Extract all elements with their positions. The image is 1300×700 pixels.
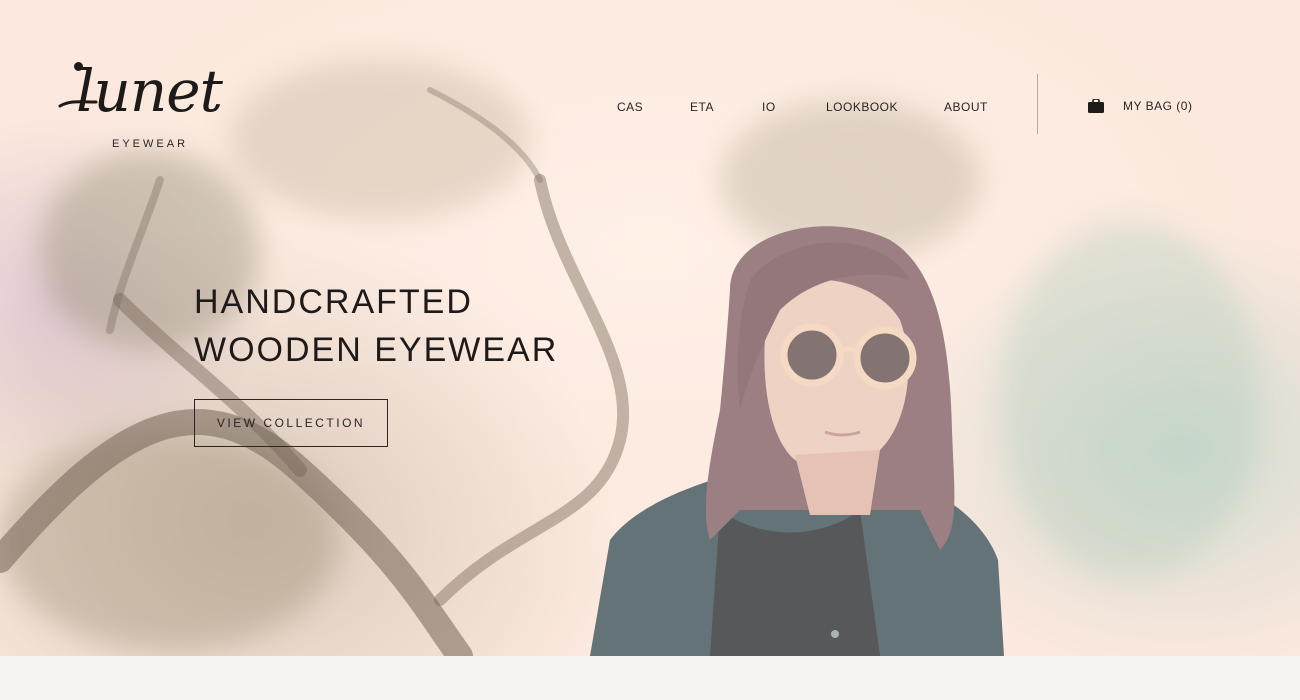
hero-headline: HANDCRAFTED WOODEN EYEWEAR [194, 278, 558, 374]
nav-item-cas[interactable]: CAS [617, 98, 643, 116]
shopping-bag-icon [1088, 99, 1104, 113]
nav-divider [1037, 74, 1038, 134]
my-bag-link[interactable]: MY BAG (0) [1088, 96, 1192, 116]
nav-item-lookbook[interactable]: LOOKBOOK [826, 98, 898, 116]
logo-subtitle: EYEWEAR [112, 138, 189, 150]
my-bag-label: MY BAG (0) [1123, 99, 1193, 113]
nav-item-about[interactable]: ABOUT [944, 98, 988, 116]
hero-headline-line1: HANDCRAFTED [194, 283, 473, 321]
nav-item-eta[interactable]: ETA [690, 98, 714, 116]
hero-headline-line2: WOODEN EYEWEAR [194, 331, 559, 369]
nav-item-io[interactable]: IO [762, 98, 776, 116]
section-strip [0, 656, 1300, 700]
view-collection-button[interactable]: VIEW COLLECTION [194, 399, 388, 447]
logo-wordmark: lunet [76, 57, 223, 125]
